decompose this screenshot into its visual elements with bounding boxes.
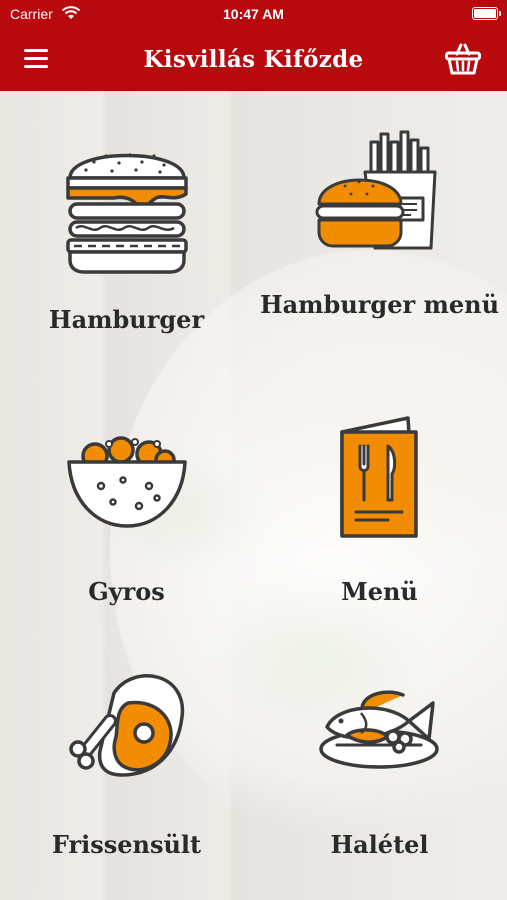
category-gyros[interactable]: Gyros [0,410,253,610]
app-screen: Carrier 10:47 AM Kisvillás Kifőzde Hambu… [0,0,507,900]
navigation-bar: Kisvillás Kifőzde [0,28,507,91]
category-menu[interactable]: Menü [253,410,506,610]
fish-plate-icon [318,690,439,769]
category-label: Frissensült [51,830,202,859]
category-label: Hamburger menü [259,290,500,319]
category-label: Menü [341,577,418,606]
chicken-leg-icon [68,674,184,777]
category-hamburger[interactable]: Hamburger [0,128,253,358]
clock-time: 10:47 AM [223,6,284,22]
page-title: Kisvillás Kifőzde [143,46,364,73]
basket-icon[interactable] [445,42,481,76]
burger-fries-icon [315,130,436,250]
category-label: Halétel [330,830,429,859]
category-haletel[interactable]: Halétel [253,665,506,865]
category-label: Hamburger [48,305,205,334]
category-label: Gyros [88,577,165,606]
menu-card-icon [339,416,418,538]
category-frissensult[interactable]: Frissensült [0,665,253,865]
category-hamburger-menu[interactable]: Hamburger menü [253,128,506,358]
gyros-bowl-icon [66,436,187,528]
burger-icon [65,153,188,274]
battery-icon [472,7,501,20]
status-bar: Carrier 10:47 AM [0,0,507,28]
